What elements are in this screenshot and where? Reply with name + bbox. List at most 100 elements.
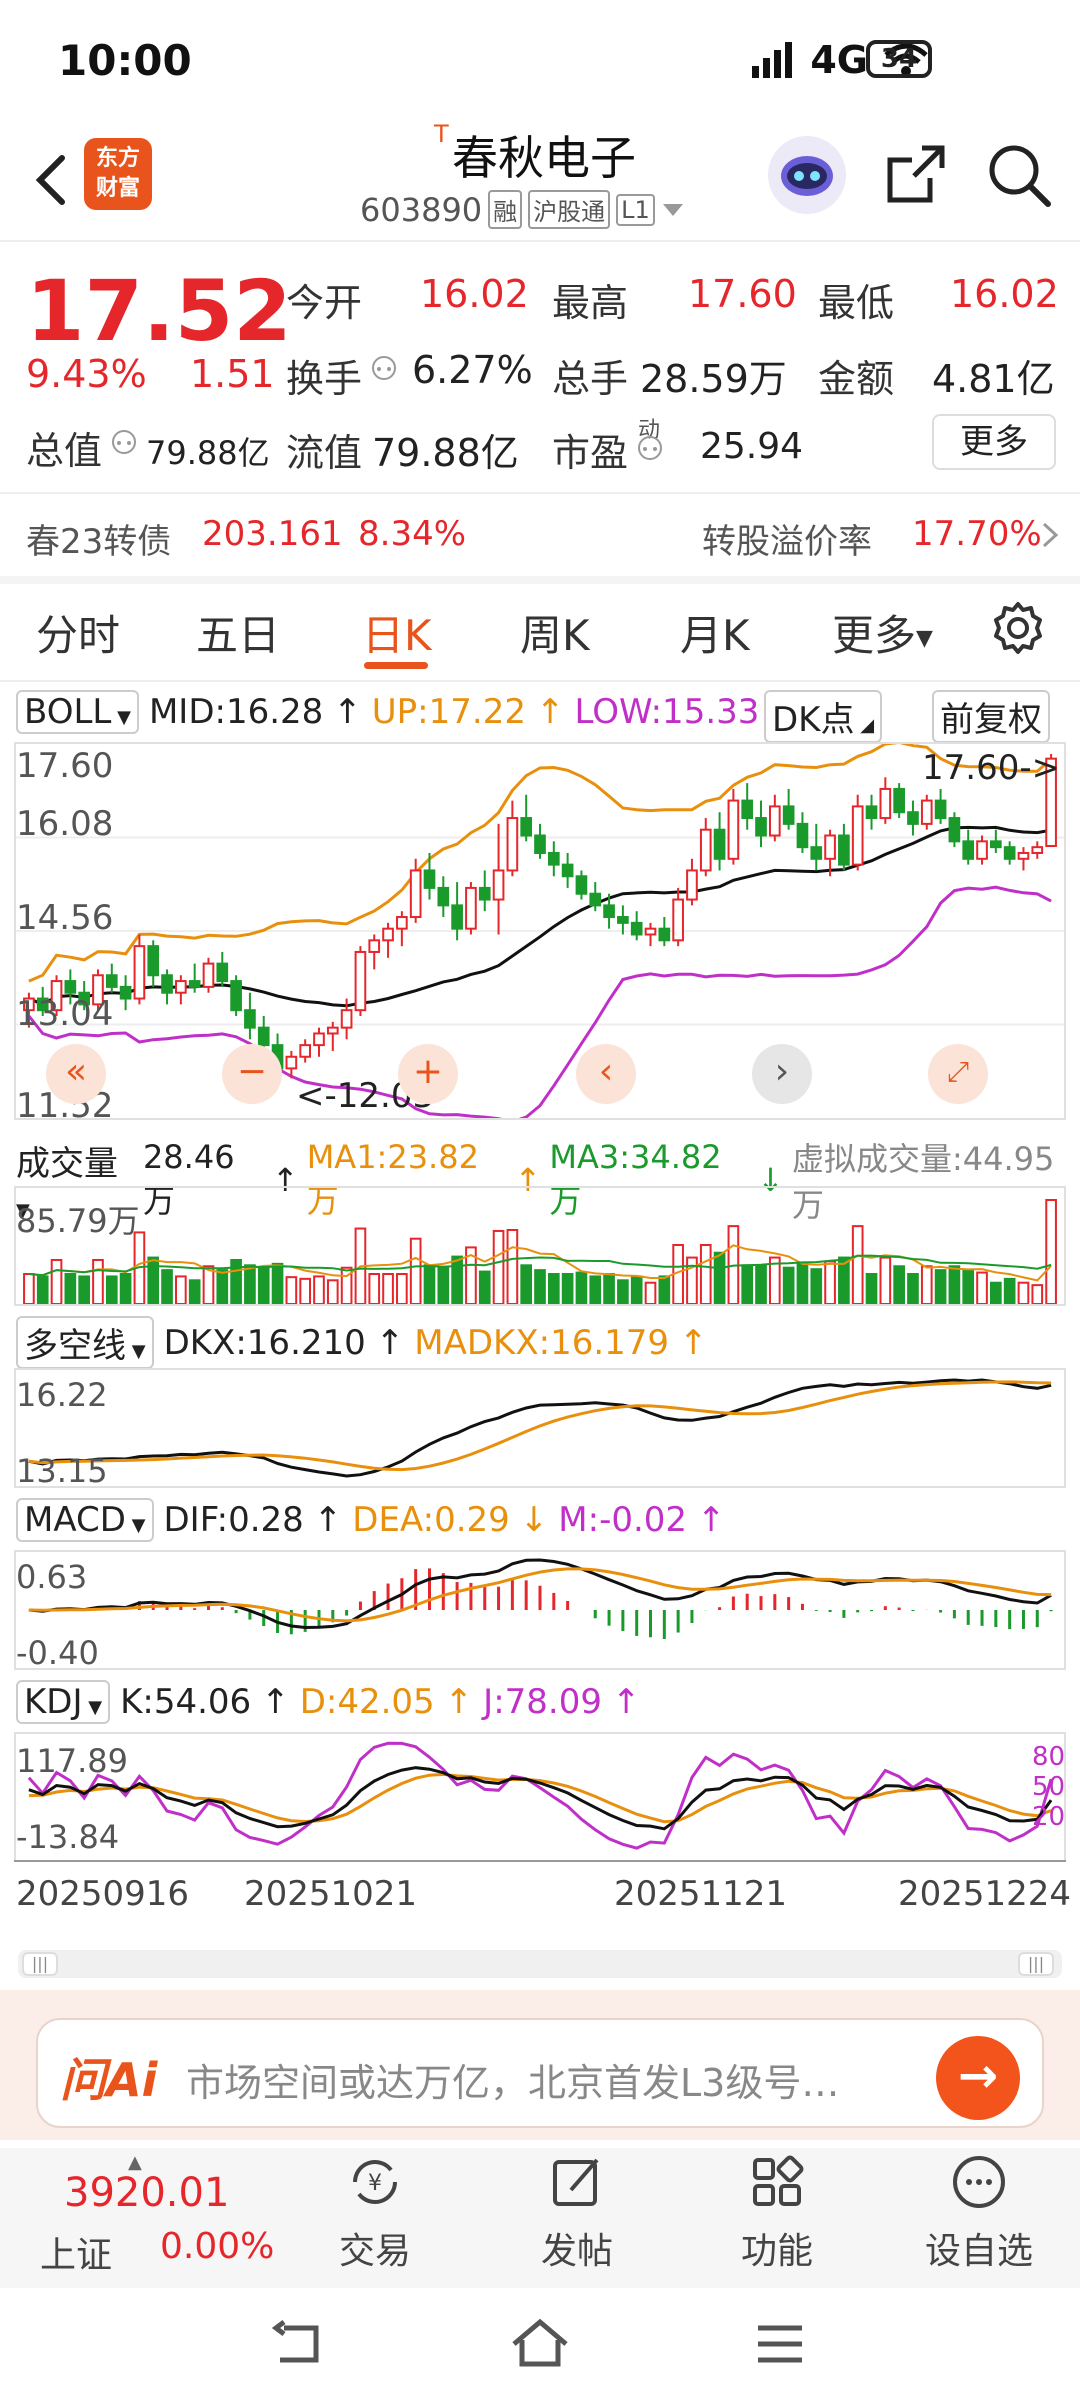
scroll-left-fast-button[interactable]: « (46, 1044, 106, 1104)
boll-up-line (28, 740, 1053, 983)
zoom-in-button[interactable]: + (398, 1044, 458, 1104)
chart-scrollbar[interactable] (18, 1950, 1062, 1978)
chevron-right-icon[interactable] (1040, 520, 1060, 550)
ai-submit-arrow-icon[interactable]: → (936, 2036, 1020, 2120)
volume-bar (934, 1269, 947, 1305)
zoom-out-button[interactable]: − (222, 1044, 282, 1104)
macd-dea: DEA:0.29 (352, 1500, 510, 1540)
arrow-up-icon: ↑ (612, 1682, 641, 1722)
volume-bar (202, 1265, 215, 1305)
volume-bar (175, 1275, 187, 1306)
volume-bar (188, 1279, 201, 1306)
tab-five-day[interactable]: 五日 (196, 602, 280, 663)
index-name[interactable]: 上证 (40, 2226, 112, 2278)
tabs-divider (0, 680, 1080, 682)
functions-button[interactable]: 功能 (712, 2152, 842, 2274)
kline-chart-frame[interactable] (14, 740, 1066, 1124)
settings-gear-icon[interactable] (990, 600, 1046, 656)
candle-body (879, 787, 892, 820)
scroll-right-button[interactable]: › (752, 1044, 812, 1104)
tab-daily-k[interactable]: 日K (362, 602, 432, 663)
candle-body (686, 869, 698, 901)
stock-code: 603890 (360, 190, 483, 229)
candle-body (907, 811, 919, 825)
tab-monthly-k[interactable]: 月K (680, 602, 750, 663)
candle-body (658, 927, 671, 942)
post-button[interactable]: 发帖 (512, 2152, 642, 2274)
adjust-button[interactable]: 前复权 (932, 690, 1050, 743)
candle-body (865, 805, 878, 820)
premium-label: 转股溢价率 (702, 522, 872, 562)
cb-name[interactable]: 春23转债 (26, 514, 171, 563)
more-button[interactable]: 更多 (932, 414, 1056, 470)
volume-bar (1017, 1281, 1030, 1305)
tab-weekly-k[interactable]: 周K (520, 602, 590, 663)
nav-menu-icon[interactable] (754, 2322, 806, 2366)
volume-bar (92, 1258, 104, 1305)
scroll-handle-right[interactable]: ||| (1018, 1952, 1054, 1976)
candle-body (617, 916, 629, 924)
info-icon[interactable] (110, 428, 138, 456)
dkx-chart-frame[interactable] (14, 1368, 1066, 1488)
fullscreen-button[interactable]: ⤢ (928, 1044, 988, 1104)
volume-bar (78, 1275, 90, 1306)
macd-selector[interactable]: MACD ▼ (16, 1498, 154, 1542)
tab-more[interactable]: 更多▼ (832, 602, 933, 663)
ai-logo: 问Ai (60, 2053, 158, 2107)
volume-chart-frame[interactable] (14, 1186, 1066, 1306)
candle-body (534, 834, 546, 854)
candle-body (976, 840, 988, 860)
dkx-selector[interactable]: 多空线 ▼ (16, 1316, 154, 1369)
macd-sel-label: MACD (24, 1500, 126, 1540)
low-label: 最低 (818, 281, 895, 325)
volume-bar (437, 1266, 450, 1305)
kdj-selector[interactable]: KDJ ▼ (16, 1680, 111, 1724)
candle-body (285, 1055, 298, 1070)
candle-body (105, 974, 118, 988)
candle-body (492, 869, 505, 901)
dropdown-icon[interactable] (661, 200, 685, 220)
volume-bar (851, 1225, 864, 1305)
trade-button[interactable]: ¥ 交易 (310, 2152, 440, 2274)
boll-selector[interactable]: BOLL ▼ (16, 690, 139, 734)
macd-y-label-1: 0.63 (16, 1558, 88, 1596)
kdj-right-label-50: 50 (1032, 1772, 1066, 1802)
candle-body (396, 916, 408, 930)
arrow-up-icon: ↑ (679, 1322, 708, 1363)
info-icon[interactable] (370, 354, 398, 382)
ai-robot-icon[interactable] (768, 136, 846, 214)
index-value[interactable]: 3920.01 (64, 2170, 229, 2216)
macd-chart (28, 1558, 1053, 1640)
nav-home-icon[interactable] (508, 2316, 572, 2372)
add-watchlist-button[interactable]: 设自选 (914, 2152, 1044, 2274)
candle-body (299, 1044, 312, 1058)
search-icon[interactable] (986, 142, 1052, 208)
mktcap-value: 79.88亿 (146, 434, 270, 472)
tab-intraday[interactable]: 分时 (36, 602, 120, 663)
premium-value: 17.70% (912, 514, 1042, 554)
grid-icon (753, 2155, 804, 2206)
scroll-left-button[interactable]: ‹ (576, 1044, 636, 1104)
volume-bar (105, 1275, 118, 1306)
candle-body (893, 787, 905, 814)
info-icon[interactable] (636, 434, 664, 462)
macd-chart-frame[interactable] (14, 1550, 1066, 1670)
kdj-k: K:54.06 (120, 1682, 252, 1722)
kdj-chart-frame[interactable] (14, 1732, 1066, 1862)
vol-sel-label: 成交量 (16, 1143, 118, 1184)
candle-body (741, 799, 754, 820)
share-icon[interactable] (884, 142, 948, 206)
dk-point-button[interactable]: DK点 ◢ (764, 690, 883, 743)
candle-body (368, 939, 381, 953)
candle-body (644, 927, 657, 936)
candle-body (1017, 851, 1030, 860)
back-icon[interactable] (22, 150, 82, 210)
ai-prompt-text[interactable]: 市场空间或达万亿，北京首发L3级号… (186, 2052, 839, 2107)
nav-back-icon[interactable] (270, 2318, 330, 2370)
kline-y-label-4: 13.04 (16, 994, 114, 1034)
dkx-y-label-2: 13.15 (16, 1452, 108, 1490)
scroll-handle-left[interactable]: ||| (22, 1952, 58, 1976)
volume-bar (561, 1273, 574, 1305)
dkx-y-label-1: 16.22 (16, 1376, 108, 1414)
volume-bar (147, 1256, 160, 1305)
